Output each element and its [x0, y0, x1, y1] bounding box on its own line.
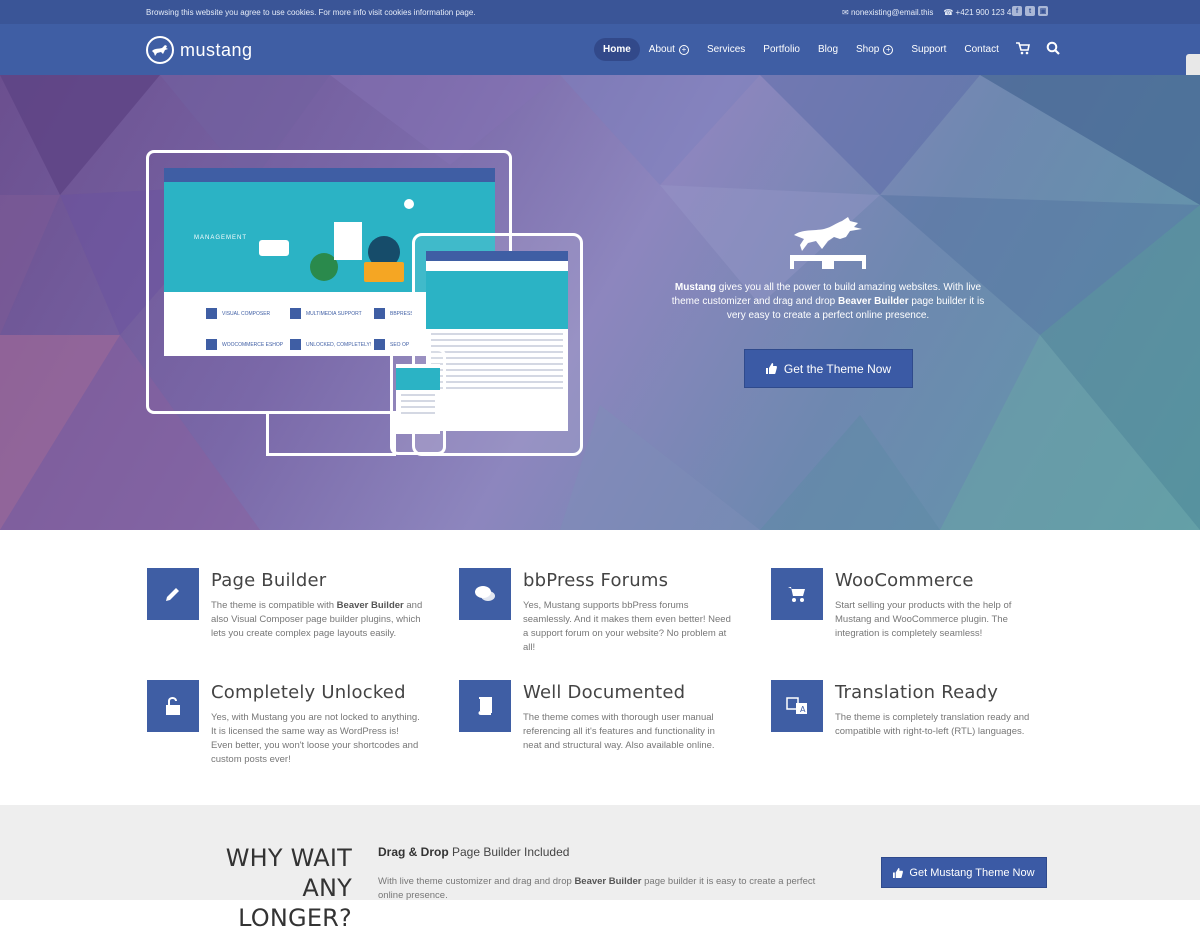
expand-plus-icon[interactable]: + — [883, 44, 894, 55]
get-mustang-label: Get Mustang Theme Now — [909, 866, 1035, 879]
unlock-icon — [147, 680, 199, 732]
tablet-screen — [426, 251, 568, 431]
svg-text:A: A — [800, 705, 806, 714]
feature-title: WooCommerce — [835, 570, 974, 591]
pencil-icon — [147, 568, 199, 620]
nav-item-blog[interactable]: Blog — [809, 38, 847, 61]
drag-drop-bold: Drag & Drop — [378, 845, 449, 859]
mock-feature-label: SEO OP — [390, 341, 410, 348]
cart-icon[interactable] — [1008, 41, 1038, 58]
site-logo[interactable]: mustang — [146, 36, 253, 64]
book-icon — [459, 680, 511, 732]
social-links: f t ▣ — [1012, 6, 1048, 16]
phone-text: +421 900 123 456 — [955, 8, 1021, 17]
feature-text: The theme is compatible with Beaver Buil… — [211, 599, 423, 641]
tablet-banner — [426, 271, 568, 329]
contact-info: ✉ nonexisting@email.this ☎ +421 900 123 … — [842, 8, 1020, 17]
nav-label-support: Support — [911, 44, 947, 55]
nav-item-services[interactable]: Services — [698, 38, 754, 61]
feature-title: Well Documented — [523, 682, 686, 703]
email-text: nonexisting@email.this — [850, 8, 934, 17]
mock-feature-label: MULTIMEDIA SUPPORT — [306, 310, 362, 317]
phone-screen — [396, 364, 440, 434]
feature-text: Yes, with Mustang you are not locked to … — [211, 712, 420, 765]
nav-item-portfolio[interactable]: Portfolio — [754, 38, 809, 61]
nav-item-home[interactable]: Home — [594, 38, 640, 61]
translate-icon: A — [771, 680, 823, 732]
mock-feature: VISUAL COMPOSER — [206, 308, 270, 319]
nav-label-home: Home — [603, 44, 631, 55]
call-to-action-band: WHY WAIT ANY LONGER? Drag & Drop Page Bu… — [0, 805, 1200, 932]
mock-feature: BBPRESS — [374, 308, 414, 319]
nav-label-contact: Contact — [964, 44, 999, 55]
mock-nav — [164, 168, 495, 182]
feature-text: The theme comes with thorough user manua… — [523, 712, 715, 751]
feature-title: Translation Ready — [835, 682, 999, 703]
nav-label-shop: Shop — [856, 44, 880, 55]
drag-drop-text: With live theme customizer and drag and … — [378, 875, 828, 903]
top-bar: Browsing this website you agree to use c… — [0, 0, 1200, 24]
mustang-horse-icon — [788, 215, 868, 274]
nav-label-services: Services — [706, 44, 746, 55]
nav-item-shop[interactable]: Shop + — [847, 38, 902, 61]
tablet-text-lines — [426, 333, 568, 389]
thumbs-up-icon — [893, 867, 904, 878]
why-line-1: WHY WAIT ANY — [225, 844, 352, 902]
feature-text-part: The theme is compatible with — [211, 600, 337, 611]
expand-plus-icon[interactable]: + — [678, 44, 689, 55]
twitter-icon[interactable]: t — [1025, 6, 1035, 16]
logo-text: mustang — [180, 39, 253, 60]
get-theme-button[interactable]: Get the Theme Now — [744, 349, 913, 388]
cookie-notice: Browsing this website you agree to use c… — [146, 8, 476, 17]
mock-feature-label: BBPRESS — [390, 310, 414, 317]
main-header: mustang Home About + Services Portfolio B… — [0, 24, 1200, 78]
monitor-stand — [266, 414, 396, 456]
feature-text: Start selling your products with the hel… — [835, 600, 1012, 639]
get-mustang-button[interactable]: Get Mustang Theme Now — [881, 857, 1047, 888]
mock-feature-label: VISUAL COMPOSER — [222, 310, 271, 317]
email-link[interactable]: ✉ nonexisting@email.this — [842, 8, 933, 17]
feature-text: The theme is completely translation read… — [835, 712, 1030, 737]
nav-label-about: About — [648, 44, 675, 55]
mock-feature-label: WOOCOMMERCE ESHOP — [222, 341, 284, 348]
cart-icon — [771, 568, 823, 620]
hero-tagline: Mustang gives you all the power to build… — [665, 281, 991, 323]
instagram-icon[interactable]: ▣ — [1038, 6, 1048, 16]
mock-feature: MULTIMEDIA SUPPORT — [290, 308, 362, 319]
horse-logo-icon — [146, 36, 174, 64]
phone-link[interactable]: ☎ +421 900 123 456 — [943, 8, 1020, 17]
feature-title: bbPress Forums — [523, 570, 669, 591]
main-nav: Home About + Services Portfolio Blog Shop… — [594, 38, 1068, 61]
nav-label-portfolio: Portfolio — [763, 44, 800, 55]
chat-bubbles-icon — [459, 568, 511, 620]
drag-drop-rest: Page Builder Included — [448, 845, 570, 859]
why-wait-heading: WHY WAIT ANY LONGER? — [170, 843, 352, 933]
why-line-2: LONGER? — [238, 904, 352, 932]
mock-feature: WOOCOMMERCE ESHOP — [206, 339, 283, 350]
mock-feature: UNLOCKED, COMPLETELY! — [290, 339, 371, 350]
phone-banner — [396, 368, 440, 390]
feature-text: Yes, Mustang supports bbPress forums sea… — [523, 600, 731, 653]
tagline-builder: Beaver Builder — [838, 296, 909, 307]
thumbs-up-icon — [765, 363, 777, 374]
drag-drop-title: Drag & Drop Page Builder Included — [378, 845, 569, 859]
tablet-nav — [426, 251, 568, 261]
facebook-icon[interactable]: f — [1012, 6, 1022, 16]
mock-feature-label: UNLOCKED, COMPLETELY! — [306, 341, 372, 348]
feature-text-bold: Beaver Builder — [336, 600, 404, 611]
feature-title: Page Builder — [211, 570, 327, 591]
get-theme-label: Get the Theme Now — [783, 361, 892, 376]
nav-label-blog: Blog — [817, 44, 838, 55]
dd-text-bold: Beaver Builder — [574, 876, 642, 887]
feature-title: Completely Unlocked — [211, 682, 406, 703]
features-section: Page Builder The theme is compatible wit… — [0, 530, 1200, 805]
nav-item-contact[interactable]: Contact — [955, 38, 1007, 61]
nav-item-support[interactable]: Support — [902, 38, 955, 61]
phone-text-lines — [396, 394, 440, 414]
nav-item-about[interactable]: About + — [640, 38, 698, 61]
dd-text-part: With live theme customizer and drag and … — [378, 876, 575, 887]
tagline-brand: Mustang — [674, 282, 716, 293]
search-icon[interactable] — [1038, 41, 1068, 58]
